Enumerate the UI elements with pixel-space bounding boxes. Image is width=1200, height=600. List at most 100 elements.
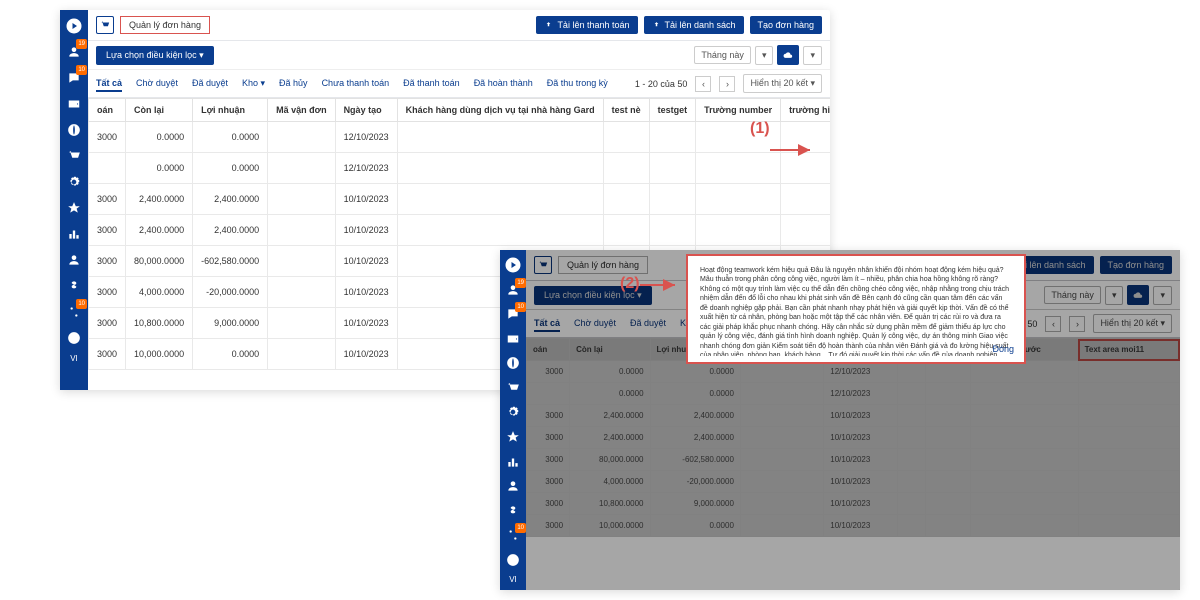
language-toggle[interactable]: VI [509, 575, 517, 584]
sidebar-logo-icon[interactable] [503, 256, 523, 275]
sidebar-wallet-icon[interactable] [503, 330, 523, 349]
cell [268, 215, 335, 246]
sidebar-dollar-icon[interactable] [503, 501, 523, 520]
sidebar-percent-icon[interactable]: 10 [503, 526, 523, 545]
filterbar: Lựa chọn điều kiện lọc ▾ Tháng này ▾ ▾ [88, 41, 830, 70]
pager: 1 - 20 của 50 ‹ › Hiển thị 20 kết ▾ [635, 74, 822, 93]
sidebar: 19 10 10 VI [60, 10, 88, 390]
create-order-button[interactable]: Tạo đơn hàng [750, 16, 822, 34]
col-header[interactable]: trường hi [781, 99, 830, 122]
cell [268, 122, 335, 153]
col-header[interactable]: testget [649, 99, 696, 122]
cell: 3000 [89, 246, 126, 277]
cell [397, 153, 603, 184]
sidebar-clock-icon[interactable] [503, 550, 523, 569]
pager-next[interactable]: › [719, 76, 735, 92]
sidebar-cart-icon[interactable] [64, 146, 84, 166]
tab-7[interactable]: Đã hoàn thành [474, 76, 533, 92]
col-header[interactable]: Ngày tạo [335, 99, 397, 122]
cell: 4,000.0000 [126, 277, 193, 308]
cart-button[interactable] [96, 16, 114, 34]
page-title: Quản lý đơn hàng [120, 16, 210, 34]
cell [649, 184, 696, 215]
cell: -20,000.0000 [193, 277, 268, 308]
sidebar-star-icon[interactable] [64, 198, 84, 218]
tab-3[interactable]: Kho ▾ [242, 76, 265, 92]
tab-6[interactable]: Đã thanh toán [403, 76, 460, 92]
sidebar-globe-icon[interactable] [64, 120, 84, 140]
pager-prev[interactable]: ‹ [695, 76, 711, 92]
modal-dialog: Hoạt động teamwork kém hiệu quả Đâu là n… [686, 254, 1026, 364]
sidebar-clock-icon[interactable] [64, 328, 84, 348]
sidebar-person-icon[interactable] [503, 477, 523, 496]
sidebar-globe-icon[interactable] [503, 354, 523, 373]
pager-display[interactable]: Hiển thị 20 kết ▾ [743, 74, 822, 93]
sidebar-logo-icon[interactable] [64, 16, 84, 36]
cell [603, 184, 649, 215]
sidebar-wallet-icon[interactable] [64, 94, 84, 114]
cell [649, 215, 696, 246]
cell: 3000 [89, 339, 126, 370]
upload-payment-button[interactable]: Tải lên thanh toán [536, 16, 637, 34]
tab-1[interactable]: Chờ duyệt [136, 76, 178, 92]
table-row[interactable]: 0.00000.000012/10/2023Hoạt động teamwork… [89, 153, 831, 184]
col-header[interactable]: Khách hàng dùng dịch vụ tại nhà hàng Gar… [397, 99, 603, 122]
col-header[interactable]: test nè [603, 99, 649, 122]
filter-dropdown[interactable]: Lựa chọn điều kiện lọc ▾ [96, 46, 214, 65]
sidebar-percent-icon[interactable]: 10 [64, 302, 84, 322]
col-header[interactable]: Mã vận đơn [268, 99, 335, 122]
sidebar-user-icon[interactable]: 19 [503, 281, 523, 300]
month-select[interactable]: Tháng này [694, 46, 751, 64]
cell [696, 215, 781, 246]
col-header[interactable]: Còn lại [126, 99, 193, 122]
month-caret[interactable]: ▾ [755, 46, 774, 65]
sidebar-chat-icon[interactable]: 10 [503, 305, 523, 324]
tab-4[interactable]: Đã hủy [279, 76, 308, 92]
upload-list-button[interactable]: Tải lên danh sách [644, 16, 744, 34]
cell: 10/10/2023 [335, 339, 397, 370]
sidebar-cart-icon[interactable] [503, 379, 523, 398]
cell: 10,000.0000 [126, 339, 193, 370]
sidebar: 19 10 10 VI [500, 250, 526, 590]
cell: 10/10/2023 [335, 277, 397, 308]
sidebar-person-icon[interactable] [64, 250, 84, 270]
app-window-2: 191010VI Quản lý đơn hàng Tải lên thanh … [500, 250, 1180, 590]
topbar: Quản lý đơn hàng Tải lên thanh toán Tải … [88, 10, 830, 41]
cell: -602,580.0000 [193, 246, 268, 277]
cell [603, 215, 649, 246]
cell [268, 339, 335, 370]
cell [268, 277, 335, 308]
cell [781, 122, 830, 153]
cell [696, 184, 781, 215]
sidebar-dollar-icon[interactable] [64, 276, 84, 296]
cloud-caret[interactable]: ▾ [803, 46, 822, 65]
cell: 10/10/2023 [335, 184, 397, 215]
table-row[interactable]: 30002,400.00002,400.000010/10/2023 [89, 184, 831, 215]
cell: 0.0000 [126, 153, 193, 184]
sidebar-cog-icon[interactable] [503, 403, 523, 422]
cell: 2,400.0000 [126, 184, 193, 215]
tab-2[interactable]: Đã duyệt [192, 76, 228, 92]
cell [781, 184, 830, 215]
sidebar-chart-icon[interactable] [503, 452, 523, 471]
tab-8[interactable]: Đã thu trong kỳ [547, 76, 608, 92]
cloud-download-button[interactable] [777, 45, 799, 65]
sidebar-chart-icon[interactable] [64, 224, 84, 244]
sidebar-chat-icon[interactable]: 10 [64, 68, 84, 88]
col-header[interactable]: Trường number [696, 99, 781, 122]
sidebar-star-icon[interactable] [503, 428, 523, 447]
col-header[interactable]: oán [89, 99, 126, 122]
cell: 10/10/2023 [335, 215, 397, 246]
tab-5[interactable]: Chưa thanh toán [322, 76, 390, 92]
tab-0[interactable]: Tất cả [96, 76, 122, 92]
sidebar-user-icon[interactable]: 19 [64, 42, 84, 62]
modal-close-button[interactable]: Đóng [992, 343, 1014, 357]
cell: 2,400.0000 [193, 184, 268, 215]
cell: 2,400.0000 [193, 215, 268, 246]
sidebar-cog-icon[interactable] [64, 172, 84, 192]
cell [649, 153, 696, 184]
table-row[interactable]: 30000.00000.000012/10/2023 [89, 122, 831, 153]
table-row[interactable]: 30002,400.00002,400.000010/10/2023 [89, 215, 831, 246]
language-toggle[interactable]: VI [70, 354, 78, 363]
col-header[interactable]: Lợi nhuận [193, 99, 268, 122]
